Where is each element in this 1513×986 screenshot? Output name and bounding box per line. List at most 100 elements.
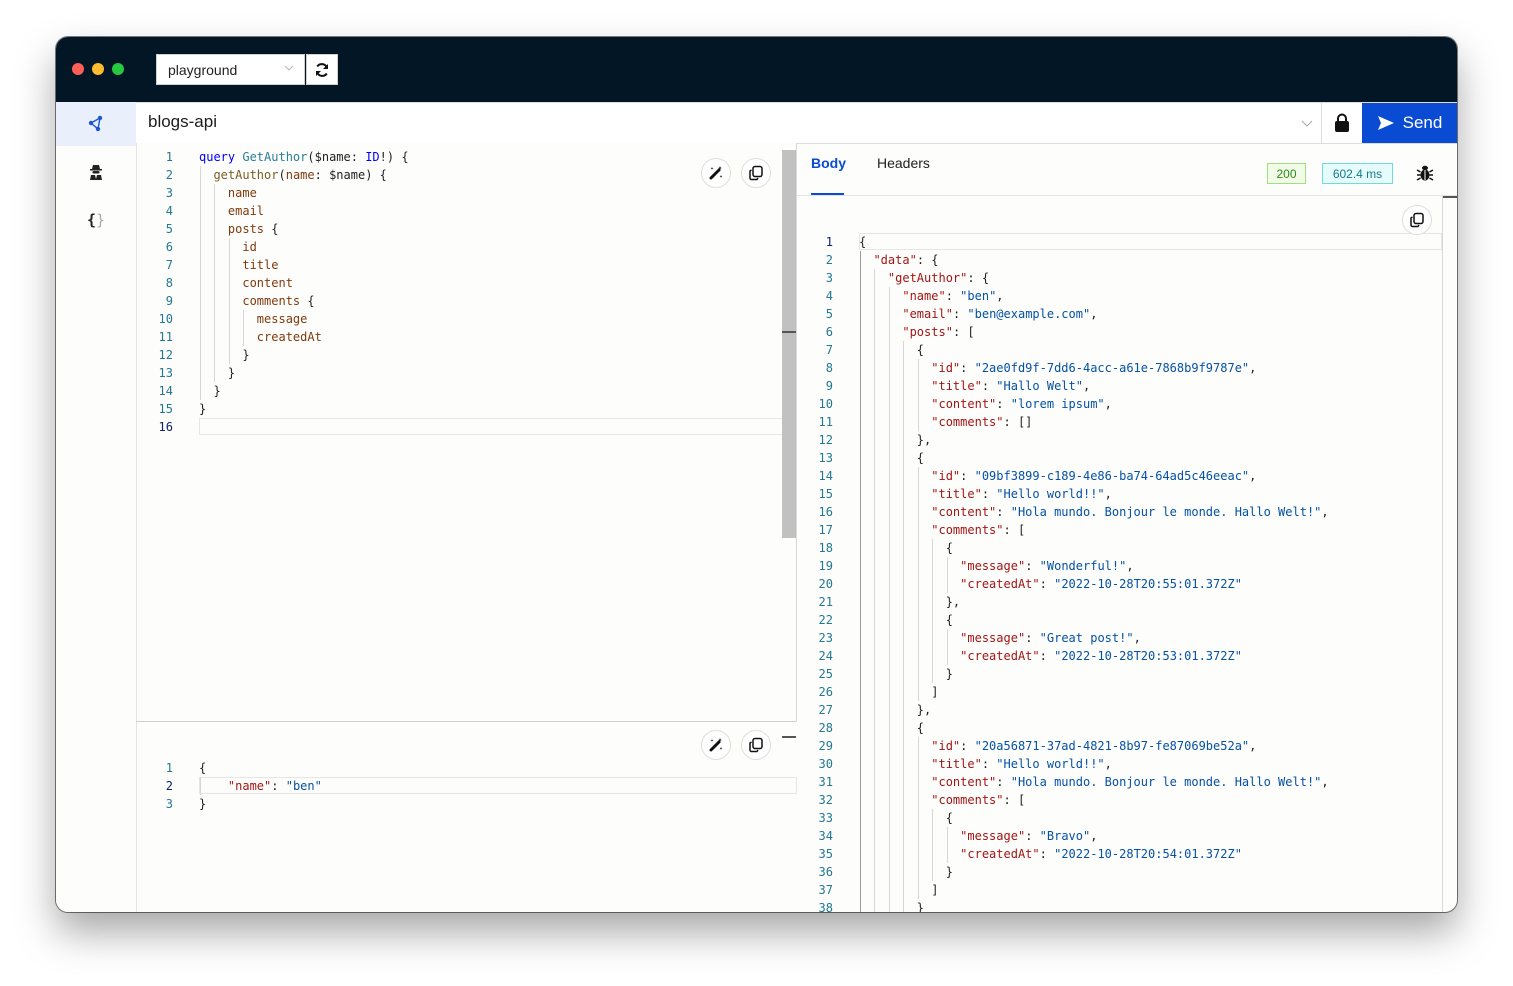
sidebar-item-schema[interactable]: {} [56,198,136,242]
variables-scrollbar-marker [782,736,796,738]
code-line: "message": "Great post!", [960,631,1141,645]
line-number: 5 [165,222,173,236]
indent-guide [874,629,876,647]
prettify-query-button[interactable] [701,158,731,188]
copy-icon [1410,212,1424,228]
code-line: "content": "lorem ipsum", [931,397,1112,411]
sidebar-item-spy[interactable] [56,150,136,194]
tab-headers[interactable]: Headers [877,155,930,171]
indent-guide [200,310,201,328]
indent-guide [200,274,201,292]
indent-guide [860,683,861,701]
minimize-window-button[interactable] [92,63,104,75]
variables-editor[interactable]: 1 {2 "name": "ben" 3} [137,722,797,912]
indent-guide [917,881,919,899]
indent-guide [874,287,876,305]
query-editor-scrollbar[interactable] [782,150,796,538]
endpoint-input[interactable]: blogs-api [148,112,217,132]
indent-guide [860,323,861,341]
sidebar-item-graphql[interactable] [56,102,136,146]
indent-guide [860,305,861,323]
code-line: "comments": [] [931,415,1033,429]
line-number: 33 [818,811,833,825]
line-number: 16 [818,505,833,519]
code-line: "content": "Hola mundo. Bonjour le monde… [931,505,1329,519]
line-number: 9 [165,294,173,308]
indent-guide [860,251,861,269]
indent-guide [903,611,905,629]
indent-guide [200,292,201,310]
indent-guide [874,683,876,701]
line-number: 6 [165,240,173,254]
indent-guide [903,863,905,881]
line-number: 23 [818,631,833,645]
code-line: email [227,204,265,218]
refresh-button[interactable] [306,54,338,85]
line-number: 7 [165,258,173,272]
braces-icon: {} [86,211,106,229]
indent-guide [903,737,905,755]
copy-response-button[interactable] [1402,205,1432,235]
indent-guide [860,629,861,647]
indent-guide [860,467,861,485]
indent-guide [903,791,905,809]
indent-guide [860,359,861,377]
send-button[interactable]: Send [1362,103,1457,143]
indent-guide [860,827,861,845]
query-editor[interactable]: 1 query GetAuthor($name: ID!) {2 getAutho… [137,143,797,721]
prettify-variables-button[interactable] [701,730,731,760]
indent-guide [888,629,890,647]
code-line: } [859,865,953,879]
indent-guide [903,701,905,719]
line-number: 37 [818,883,833,897]
line-number: 6 [825,325,833,339]
indent-guide [860,539,861,557]
indent-guide [874,827,876,845]
indent-guide [903,413,905,431]
indent-guide [888,899,890,912]
indent-guide [946,827,948,845]
environment-select[interactable]: playground [156,54,305,85]
debug-button[interactable] [1416,164,1434,182]
tab-body[interactable]: Body [811,155,846,171]
code-line: "message": "Wonderful!", [960,559,1134,573]
line-number: 1 [165,150,173,164]
chevron-down-icon[interactable] [1301,117,1313,129]
indent-guide [874,323,876,341]
indent-guide [860,413,861,431]
scrollbar-marker [782,331,796,333]
indent-guide [860,881,861,899]
indent-guide [888,503,890,521]
indent-guide [888,773,890,791]
indent-guide [200,328,201,346]
indent-guide [874,341,876,359]
indent-guide [888,341,890,359]
lock-button[interactable] [1321,103,1362,143]
indent-guide [860,665,861,683]
maximize-window-button[interactable] [112,63,124,75]
close-window-button[interactable] [72,63,84,75]
indent-guide [228,238,230,256]
response-scrollbar-track[interactable] [1442,196,1443,912]
code-line: { [859,811,953,825]
line-number: 30 [818,757,833,771]
indent-guide [874,863,876,881]
lock-icon [1335,113,1349,132]
indent-guide [932,557,934,575]
response-scrollbar-marker [1443,196,1457,198]
line-number: 10 [818,397,833,411]
copy-variables-button[interactable] [741,730,771,760]
copy-query-button[interactable] [741,158,771,188]
app-window: playground {} blogs-api Send 1 query Get… [56,37,1457,912]
indent-guide [903,485,905,503]
indent-guide [228,256,230,274]
indent-guide [946,845,948,863]
indent-guide [200,256,201,274]
response-viewer[interactable]: 1 {2 "data": {3 "getAuthor": {4 "name": "… [797,196,1442,912]
magic-wand-icon [709,166,723,180]
current-line-highlight [859,233,1442,250]
indent-guide [903,845,905,863]
code-line: } [859,901,925,912]
indent-guide [917,665,919,683]
indent-guide [917,395,919,413]
